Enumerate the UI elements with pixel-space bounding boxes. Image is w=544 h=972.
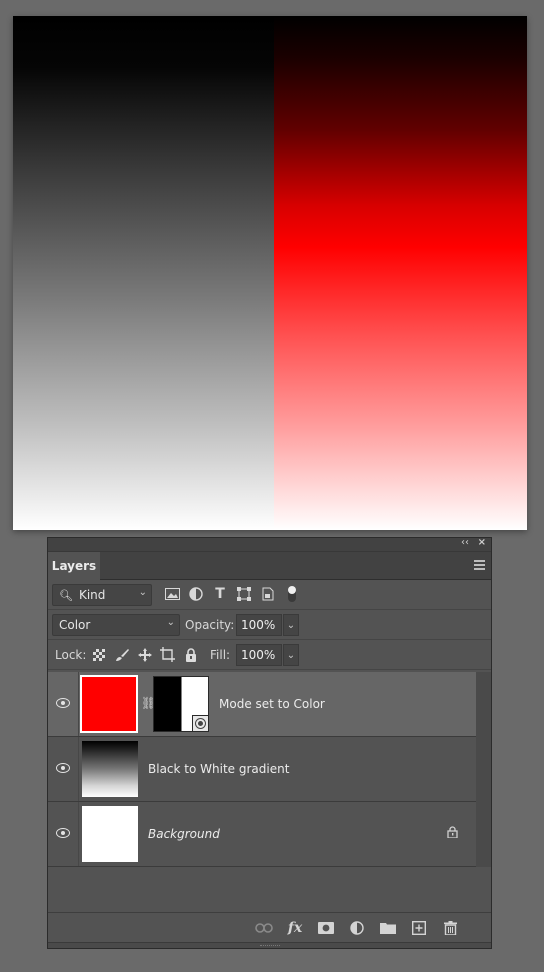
layers-scrollbar[interactable] [476,672,491,867]
panel-tab-row: Layers [48,552,491,580]
eye-column-divider [78,737,79,801]
bottom-icon-group: fx [253,918,461,938]
layer-row-background[interactable]: Background [48,802,476,867]
layer-thumbnail[interactable] [82,806,138,862]
layer-mask-thumbnail[interactable] [153,676,209,732]
close-panel-icon[interactable]: × [478,537,486,548]
filter-icon-group: T [164,585,300,603]
eye-column-divider [78,672,79,736]
type-filter-icon[interactable]: T [212,585,228,603]
lock-position-move-icon[interactable] [136,646,153,663]
adjustment-filter-icon[interactable] [188,585,204,603]
layer-name[interactable]: Background [148,827,220,841]
fill-input[interactable]: 100% [236,644,282,666]
canvas-gradient-red-region [274,16,527,530]
layer-thumbnail[interactable] [82,741,138,797]
layer-locked-icon [447,826,458,841]
lock-row: Lock: Fill: 100% ⌄ [48,640,491,670]
smart-filter-mask-icon [192,715,209,732]
fill-label: Fill: [210,648,231,662]
filter-kind-value: Kind [78,588,106,602]
fill-dropdown-icon[interactable]: ⌄ [283,644,299,666]
blend-row: Color ⌄ Opacity: 100% ⌄ [48,610,491,640]
layer-name[interactable]: Black to White gradient [148,762,289,776]
chevron-down-icon: ⌄ [138,587,147,598]
filter-kind-select[interactable]: 🔍︎ Kind ⌄ [52,584,152,606]
delete-layer-icon[interactable] [439,918,461,938]
layer-row-black-to-white-gradient[interactable]: Black to White gradient [48,737,476,802]
panel-header-bar: ‹‹ × [48,537,491,552]
filter-toggle-icon[interactable] [284,585,300,603]
opacity-label: Opacity: [185,618,235,632]
collapse-panel-icon[interactable]: ‹‹ [461,537,469,548]
new-layer-icon[interactable] [408,918,430,938]
adjustment-layer-icon[interactable] [346,918,368,938]
visibility-eye-icon[interactable] [56,698,70,708]
blend-mode-select[interactable]: Color ⌄ [52,614,180,636]
blend-mode-value: Color [59,618,91,632]
chevron-down-icon: ⌄ [166,617,175,628]
lock-all-icon[interactable] [182,646,199,663]
lock-image-pixels-brush-icon[interactable] [113,646,130,663]
panel-menu-icon[interactable] [474,560,485,570]
layer-row-mode-set-to-color[interactable]: ⛓︎ Mode set to Color [48,672,476,737]
filter-row: 🔍︎ Kind ⌄ T [48,580,491,610]
lock-label: Lock: [55,648,87,662]
layers-list: ⛓︎ Mode set to Color Black to White grad… [48,672,476,867]
lock-artboard-crop-icon[interactable] [159,646,176,663]
shape-filter-icon[interactable] [236,585,252,603]
visibility-eye-icon[interactable] [56,828,70,838]
opacity-input[interactable]: 100% [236,614,282,636]
link-layers-icon[interactable] [253,918,275,938]
layers-bottom-toolbar: fx [48,912,491,942]
layers-panel: ‹‹ × Layers 🔍︎ Kind ⌄ T Color ⌄ Opacity:… [47,537,492,949]
tab-layers[interactable]: Layers [48,552,100,580]
lock-transparent-pixels-icon[interactable] [90,646,107,663]
opacity-dropdown-icon[interactable]: ⌄ [283,614,299,636]
lock-icon-group [90,646,199,663]
layer-thumbnail[interactable] [80,675,138,733]
fx-icon[interactable]: fx [284,918,306,938]
canvas-gradient-gray-region [13,16,274,530]
document-canvas[interactable] [13,16,527,530]
add-mask-icon[interactable] [315,918,337,938]
panel-resize-grip[interactable] [48,942,491,948]
layer-name[interactable]: Mode set to Color [219,697,325,711]
smart-object-filter-icon[interactable] [260,585,276,603]
new-group-icon[interactable] [377,918,399,938]
eye-column-divider [78,802,79,866]
visibility-eye-icon[interactable] [56,763,70,773]
search-icon: 🔍︎ [59,588,73,602]
image-filter-icon[interactable] [164,585,180,603]
